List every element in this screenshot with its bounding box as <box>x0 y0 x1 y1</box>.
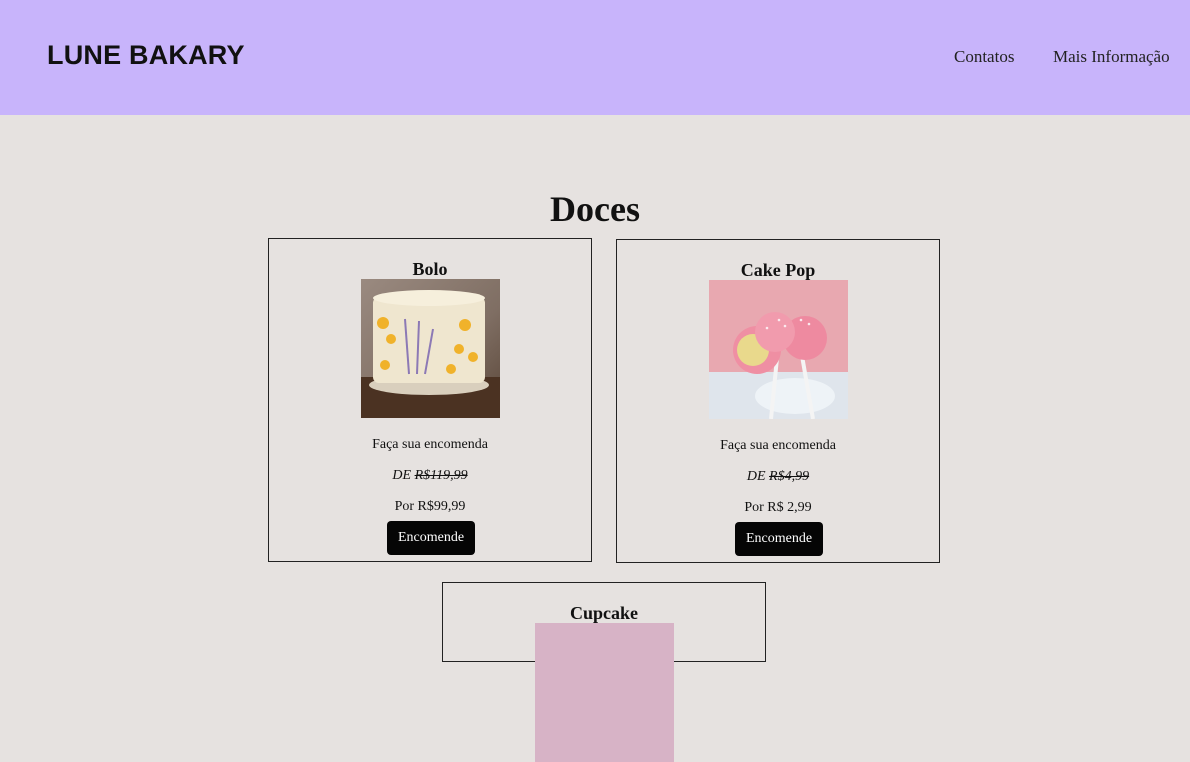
product-image-cake-pop <box>709 280 848 419</box>
order-button[interactable]: Encomende <box>387 521 475 555</box>
order-text: Faça sua encomenda <box>720 438 836 453</box>
nav-link-contatos[interactable]: Contatos <box>954 47 1014 67</box>
nav-link-mais-informacao[interactable]: Mais Informação <box>1053 47 1170 67</box>
old-price: DE R$4,99 <box>617 469 939 485</box>
product-card-bolo: Bolo Faça sua encomenda DE R$119,99 Por … <box>268 238 592 562</box>
old-price-prefix: DE <box>746 469 766 484</box>
new-price: Por R$ 2,99 <box>744 500 812 515</box>
brand-logo[interactable]: LUNE BAKARY <box>47 40 245 71</box>
old-price-value: R$4,99 <box>769 469 810 484</box>
product-image-bolo <box>361 279 500 418</box>
order-text: Faça sua encomenda <box>372 437 488 452</box>
product-title: Cupcake <box>569 603 638 623</box>
old-price-value: R$119,99 <box>414 468 468 483</box>
new-price: Por R$99,99 <box>394 499 466 514</box>
product-card-cake-pop: Cake Pop Faça sua encomenda DE R$4,99 Po… <box>616 239 940 563</box>
product-image-cupcake <box>535 623 674 762</box>
product-card-cupcake: Cupcake <box>442 582 766 762</box>
section-title: Doces <box>550 189 640 229</box>
header-bar: LUNE BAKARY Contatos Mais Informação <box>0 0 1190 115</box>
product-title: Bolo <box>412 259 448 279</box>
order-button[interactable]: Encomende <box>735 522 823 556</box>
old-price: DE R$119,99 <box>269 468 591 484</box>
product-title: Cake Pop <box>740 260 816 280</box>
old-price-prefix: DE <box>392 468 412 483</box>
